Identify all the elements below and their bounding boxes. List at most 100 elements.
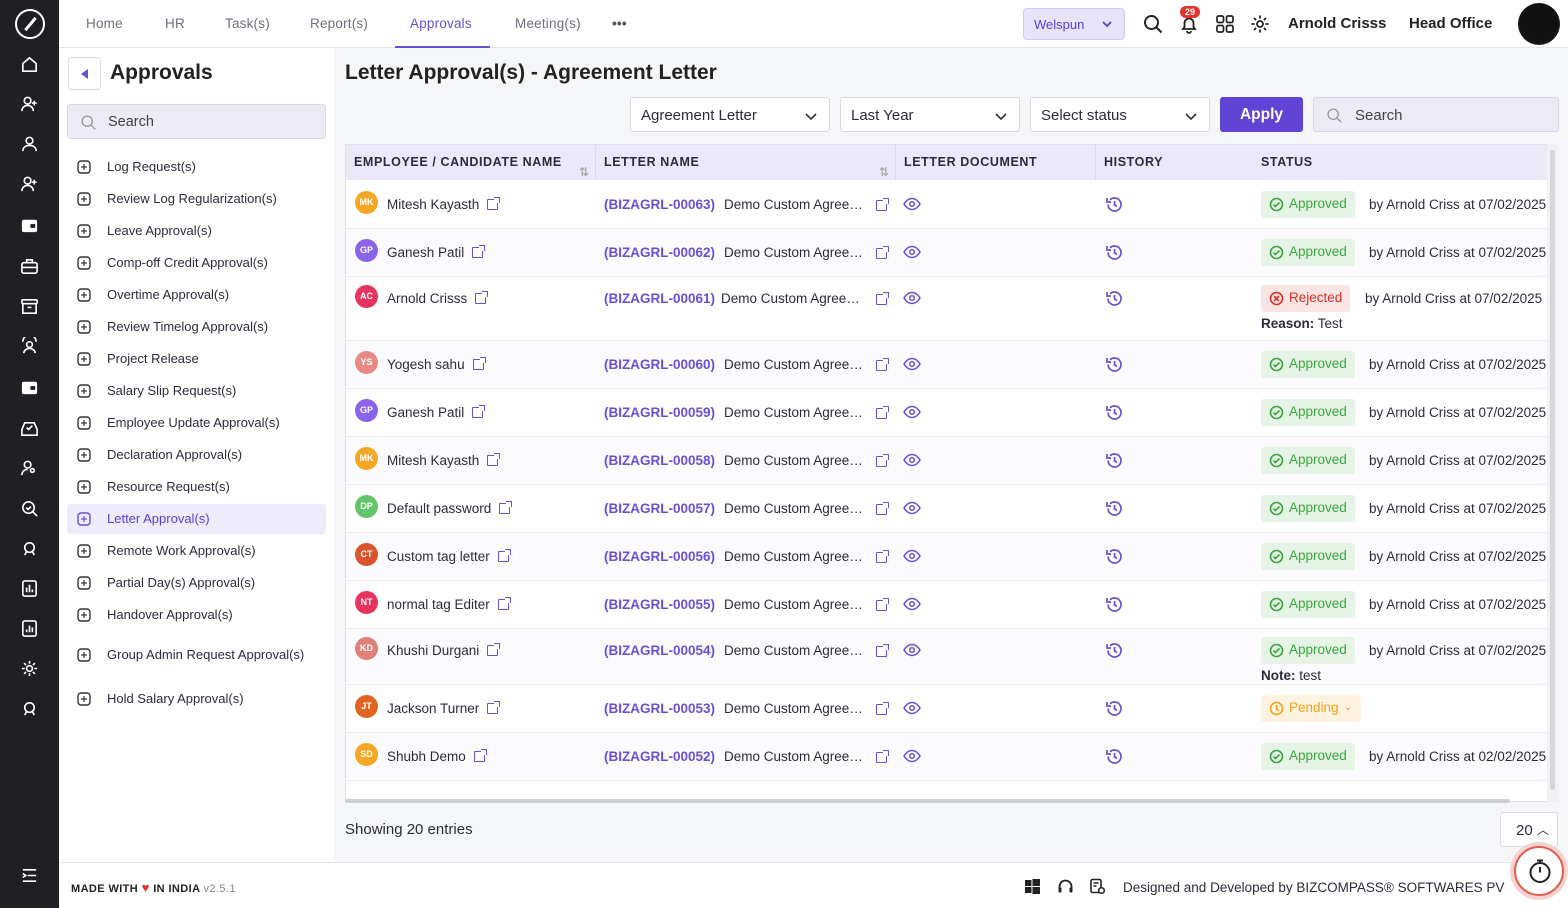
open-letter-icon[interactable] — [876, 406, 889, 419]
search-icon[interactable] — [1143, 14, 1163, 34]
rail-user-settings-icon[interactable] — [19, 458, 40, 479]
rail-wallet-icon[interactable] — [19, 215, 40, 236]
rail-expand-menu-icon[interactable] — [19, 865, 40, 886]
open-letter-icon[interactable] — [876, 750, 889, 763]
history-icon[interactable] — [1105, 641, 1124, 660]
sidebar-item-resource-request-s[interactable]: Resource Request(s) — [67, 472, 326, 502]
employee-name-link[interactable]: Yogesh sahu — [387, 357, 486, 372]
history-icon[interactable] — [1105, 595, 1124, 614]
external-link-icon[interactable] — [487, 453, 501, 466]
nav-approvals[interactable]: Approvals — [395, 0, 490, 48]
rail-support-alt-icon[interactable] — [19, 698, 40, 719]
external-link-icon[interactable] — [487, 701, 501, 714]
history-icon[interactable] — [1105, 243, 1124, 262]
rail-settings-icon[interactable] — [19, 658, 40, 679]
view-document-icon[interactable] — [903, 355, 921, 373]
rail-inbox-check-icon[interactable] — [19, 418, 40, 439]
nav-hr[interactable]: HR — [165, 0, 185, 48]
sidebar-item-letter-approval-s[interactable]: Letter Approval(s) — [67, 504, 326, 534]
company-selector[interactable]: Welspun — [1023, 8, 1125, 40]
rail-user-plus-icon[interactable] — [19, 94, 40, 115]
history-icon[interactable] — [1105, 747, 1124, 766]
timer-button[interactable] — [1514, 846, 1564, 896]
sidebar-item-salary-slip-request-s[interactable]: Salary Slip Request(s) — [67, 376, 326, 406]
view-document-icon[interactable] — [903, 595, 921, 613]
rail-support-icon[interactable] — [19, 538, 40, 559]
view-document-icon[interactable] — [903, 747, 921, 765]
sidebar-item-review-log-regularization-s[interactable]: Review Log Regularization(s) — [67, 184, 326, 214]
employee-name-link[interactable]: Mitesh Kayasth — [387, 197, 501, 212]
letter-code-link[interactable]: (BIZAGRL-00057) — [604, 501, 715, 516]
view-document-icon[interactable] — [903, 243, 921, 261]
history-icon[interactable] — [1105, 195, 1124, 214]
external-link-icon[interactable] — [487, 197, 501, 210]
letter-code-link[interactable]: (BIZAGRL-00053) — [604, 701, 715, 716]
office-location[interactable]: Head Office — [1409, 15, 1492, 32]
external-link-icon[interactable] — [472, 405, 486, 418]
view-document-icon[interactable] — [903, 403, 921, 421]
col-employee-name[interactable]: EMPLOYEE / CANDIDATE NAME ⇅ — [346, 145, 596, 180]
employee-name-link[interactable]: normal tag Editer — [387, 597, 511, 612]
open-letter-icon[interactable] — [876, 702, 889, 715]
view-document-icon[interactable] — [903, 641, 921, 659]
external-link-icon[interactable] — [472, 245, 486, 258]
sidebar-item-partial-day-s-approval-s[interactable]: Partial Day(s) Approval(s) — [67, 568, 326, 598]
status-select[interactable]: Select status — [1030, 97, 1210, 132]
windows-icon[interactable] — [1024, 878, 1041, 895]
sidebar-item-log-request-s[interactable]: Log Request(s) — [67, 152, 326, 182]
open-letter-icon[interactable] — [876, 598, 889, 611]
letter-code-link[interactable]: (BIZAGRL-00055) — [604, 597, 715, 612]
nav-reports[interactable]: Report(s) — [310, 0, 368, 48]
open-letter-icon[interactable] — [876, 246, 889, 259]
employee-name-link[interactable]: Ganesh Patil — [387, 405, 486, 420]
employee-name-link[interactable]: Default password — [387, 501, 513, 516]
rail-report-icon[interactable] — [19, 578, 40, 599]
view-document-icon[interactable] — [903, 547, 921, 565]
open-letter-icon[interactable] — [876, 550, 889, 563]
rail-home-icon[interactable] — [19, 54, 40, 75]
open-letter-icon[interactable] — [876, 198, 889, 211]
external-link-icon[interactable] — [472, 357, 486, 370]
view-document-icon[interactable] — [903, 289, 921, 307]
sidebar-search-input[interactable]: Search — [67, 104, 326, 139]
letter-code-link[interactable]: (BIZAGRL-00054) — [604, 643, 715, 658]
open-letter-icon[interactable] — [876, 502, 889, 515]
letter-code-link[interactable]: (BIZAGRL-00063) — [604, 197, 715, 212]
employee-name-link[interactable]: Jackson Turner — [387, 701, 501, 716]
settings-icon[interactable] — [1250, 14, 1270, 34]
employee-name-link[interactable]: Khushi Durgani — [387, 643, 501, 658]
history-icon[interactable] — [1105, 289, 1124, 308]
user-name[interactable]: Arnold Crisss — [1288, 15, 1386, 32]
letter-type-select[interactable]: Agreement Letter — [630, 97, 830, 132]
rail-archive-icon[interactable] — [19, 296, 40, 317]
rail-team-icon[interactable] — [19, 336, 40, 357]
view-document-icon[interactable] — [903, 451, 921, 469]
vertical-scrollbar[interactable] — [1547, 144, 1558, 802]
apply-button[interactable]: Apply — [1220, 97, 1303, 132]
employee-name-link[interactable]: Mitesh Kayasth — [387, 453, 501, 468]
nav-tasks[interactable]: Task(s) — [225, 0, 270, 48]
nav-meetings[interactable]: Meeting(s) — [515, 0, 581, 48]
history-icon[interactable] — [1105, 451, 1124, 470]
rail-report-alt-icon[interactable] — [19, 618, 40, 639]
open-letter-icon[interactable] — [876, 644, 889, 657]
table-search-input[interactable]: Search — [1313, 97, 1559, 132]
rail-search-check-icon[interactable] — [19, 498, 40, 519]
letter-code-link[interactable]: (BIZAGRL-00061) — [604, 291, 715, 306]
letter-code-link[interactable]: (BIZAGRL-00052) — [604, 749, 715, 764]
employee-name-link[interactable]: Arnold Crisss — [387, 291, 489, 306]
app-logo-icon[interactable] — [15, 9, 45, 39]
sidebar-item-employee-update-approval-s[interactable]: Employee Update Approval(s) — [67, 408, 326, 438]
letter-code-link[interactable]: (BIZAGRL-00056) — [604, 549, 715, 564]
employee-name-link[interactable]: Custom tag letter — [387, 549, 511, 564]
horizontal-scrollbar[interactable] — [345, 799, 1510, 803]
letter-code-link[interactable]: (BIZAGRL-00060) — [604, 357, 715, 372]
external-link-icon[interactable] — [497, 549, 511, 562]
history-icon[interactable] — [1105, 547, 1124, 566]
rail-briefcase-icon[interactable] — [19, 256, 40, 277]
history-icon[interactable] — [1105, 403, 1124, 422]
view-document-icon[interactable] — [903, 499, 921, 517]
col-letter-name[interactable]: LETTER NAME ⇅ — [596, 145, 896, 180]
view-document-icon[interactable] — [903, 195, 921, 213]
rail-user-add-icon[interactable] — [19, 174, 40, 195]
